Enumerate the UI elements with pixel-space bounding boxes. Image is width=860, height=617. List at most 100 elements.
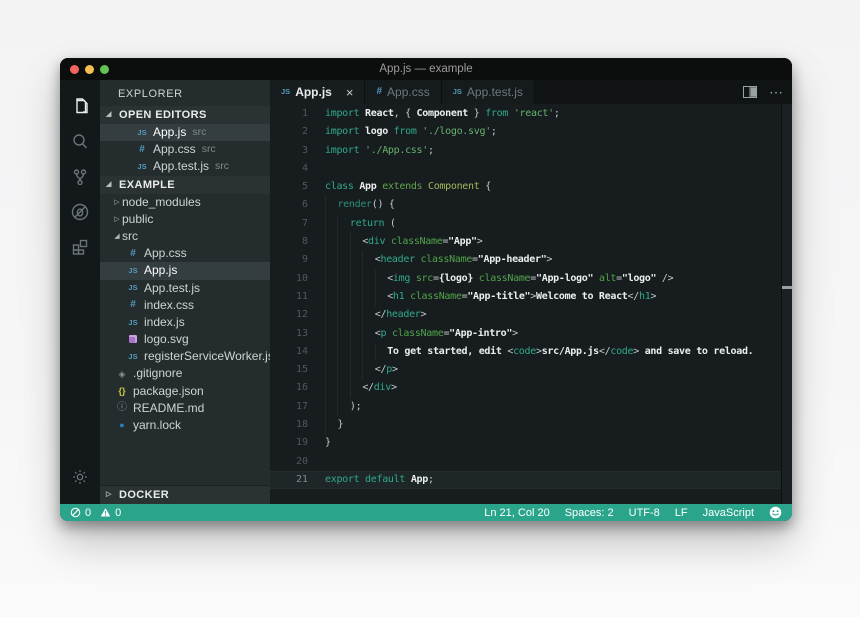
close-window-button[interactable] [70,64,79,74]
indent-guide [325,269,337,288]
tree-folder[interactable]: ▷ public [100,211,270,228]
file-badge: src [192,126,207,138]
code-line[interactable]: 6 render() { [270,196,792,215]
code-line[interactable]: 1 import React, { Component } from 'react… [270,105,792,123]
tab-label: App.test.js [466,85,523,99]
line-number: 19 [295,437,308,449]
source-control-icon[interactable] [60,159,100,194]
section-docker[interactable]: ▷ DOCKER [100,486,270,504]
code-line[interactable]: 17); [270,397,792,417]
status-item[interactable]: UTF-8 [629,507,660,519]
code-line[interactable]: 14 To get started, edit <code>src/App.js<… [270,342,792,362]
tab-app-css[interactable]: # App.css [365,80,442,104]
code-line[interactable]: 8 <div className="App"> [270,233,792,252]
css-file-icon: # [376,86,383,97]
explorer-icon[interactable] [60,89,100,124]
open-editor-item[interactable]: # App.css src [100,141,270,158]
code-line[interactable]: 12 </header> [270,306,792,325]
js-file-icon: JS [128,317,138,327]
problems-indicator[interactable]: 0 0 [70,507,121,519]
indent-guide [325,324,337,343]
code-line[interactable]: 21 export default App; [270,470,792,490]
file-name: node_modules [122,194,201,209]
indent-guide [349,287,362,307]
indent-guide [349,251,362,270]
split-editor-icon[interactable] [743,86,757,98]
code-line[interactable]: 10 <img src={logo} className="App-logo" a… [270,269,792,288]
tree-file[interactable]: JS index.js [100,314,270,331]
code-text: <p className="App-intro"> [308,324,518,343]
settings-gear-icon[interactable] [60,459,100,494]
code-line[interactable]: 18} [270,416,792,435]
tab-close-icon[interactable]: × [346,86,354,99]
code-line[interactable]: 13 <p className="App-intro"> [270,324,792,343]
line-number: 15 [295,364,308,376]
tree-file[interactable]: {} package.json [100,383,270,400]
tab-app-test-js[interactable]: JS App.test.js [441,80,535,104]
yarn-file-icon: ● [119,420,125,431]
code-line[interactable]: 20 [270,453,792,471]
tree-file[interactable]: # index.css [100,297,270,314]
minimize-window-button[interactable] [85,64,94,74]
tab-app-js[interactable]: JS App.js × [270,80,366,104]
tree-file[interactable]: ● yarn.lock [100,417,270,434]
feedback-smiley-icon[interactable] [769,506,782,519]
file-name: yarn.lock [133,418,182,432]
file-name: README.md [133,400,205,415]
overview-ruler[interactable] [781,104,792,504]
tree-file[interactable]: ◈ .gitignore [100,365,270,382]
section-open-editors[interactable]: ◢ OPEN EDITORS [100,106,270,124]
js-file-icon: JS [281,87,291,97]
tree-file[interactable]: logo.svg [100,331,270,348]
css-file-icon: # [130,299,136,311]
line-number: 8 [301,236,308,248]
status-item[interactable]: JavaScript [703,507,754,519]
tree-file[interactable]: JS App.test.js [100,280,270,297]
code-text: </p> [308,361,398,380]
code-line[interactable]: 9 <header className="App-header"> [270,251,792,270]
code-line[interactable]: 16 </div> [270,379,792,398]
tree-file[interactable]: ⓘ README.md [100,400,270,417]
status-item[interactable]: Ln 21, Col 20 [484,507,549,519]
indent-guide [362,324,374,343]
indent-guide [337,269,349,288]
tab-bar: JS App.js × # App.css JS App.test.js ⋯ [270,80,792,104]
extensions-icon[interactable] [60,229,100,264]
open-editors-list: JS App.js src # App.css src JS App.test.js src [100,124,270,176]
code-line[interactable]: 7 return ( [270,214,792,234]
code-line[interactable]: 2 import logo from './logo.svg'; [270,123,792,141]
line-number: 14 [295,345,308,357]
zoom-window-button[interactable] [100,64,109,74]
tree-file[interactable]: JS registerServiceWorker.js [100,348,270,365]
debug-icon[interactable] [60,194,100,229]
code-line[interactable]: 5 class App extends Component { [270,178,792,196]
open-editor-item[interactable]: JS App.test.js src [100,158,270,175]
status-item[interactable]: LF [675,507,688,519]
code-editor[interactable]: 1 import React, { Component } from 'react… [270,104,792,504]
status-item[interactable]: Spaces: 2 [565,507,614,519]
indent-guide [362,361,374,380]
open-editor-item[interactable]: JS App.js src [100,124,270,142]
tree-file[interactable]: JS App.js [100,262,270,280]
code-line[interactable]: 11 <h1 className="App-title">Welcome to R… [270,287,792,307]
indent-guide [362,251,374,270]
code-line[interactable]: 15 </p> [270,361,792,380]
file-tree: ▷ node_modules ▷ public ◢ src # App.css JS App.js… [100,194,270,435]
indent-guide [337,287,349,307]
code-line[interactable]: 19} [270,434,792,452]
chevron-collapsed-icon: ▷ [114,215,120,223]
tree-folder[interactable]: ▷ node_modules [100,194,270,211]
indent-guide [337,324,349,343]
code-line[interactable]: 3 import './App.css'; [270,142,792,160]
git-file-icon: ◈ [118,368,126,379]
activity-bar [60,80,100,504]
more-actions-icon[interactable]: ⋯ [769,84,784,101]
section-example[interactable]: ◢ EXAMPLE [100,175,270,194]
code-line[interactable]: 4 [270,160,792,178]
indent-guide [337,379,349,398]
indent-guide [325,251,337,270]
tree-file[interactable]: # App.css [100,245,270,262]
search-icon[interactable] [60,124,100,159]
tree-folder[interactable]: ◢ src [100,228,270,245]
section-label: DOCKER [119,489,170,501]
